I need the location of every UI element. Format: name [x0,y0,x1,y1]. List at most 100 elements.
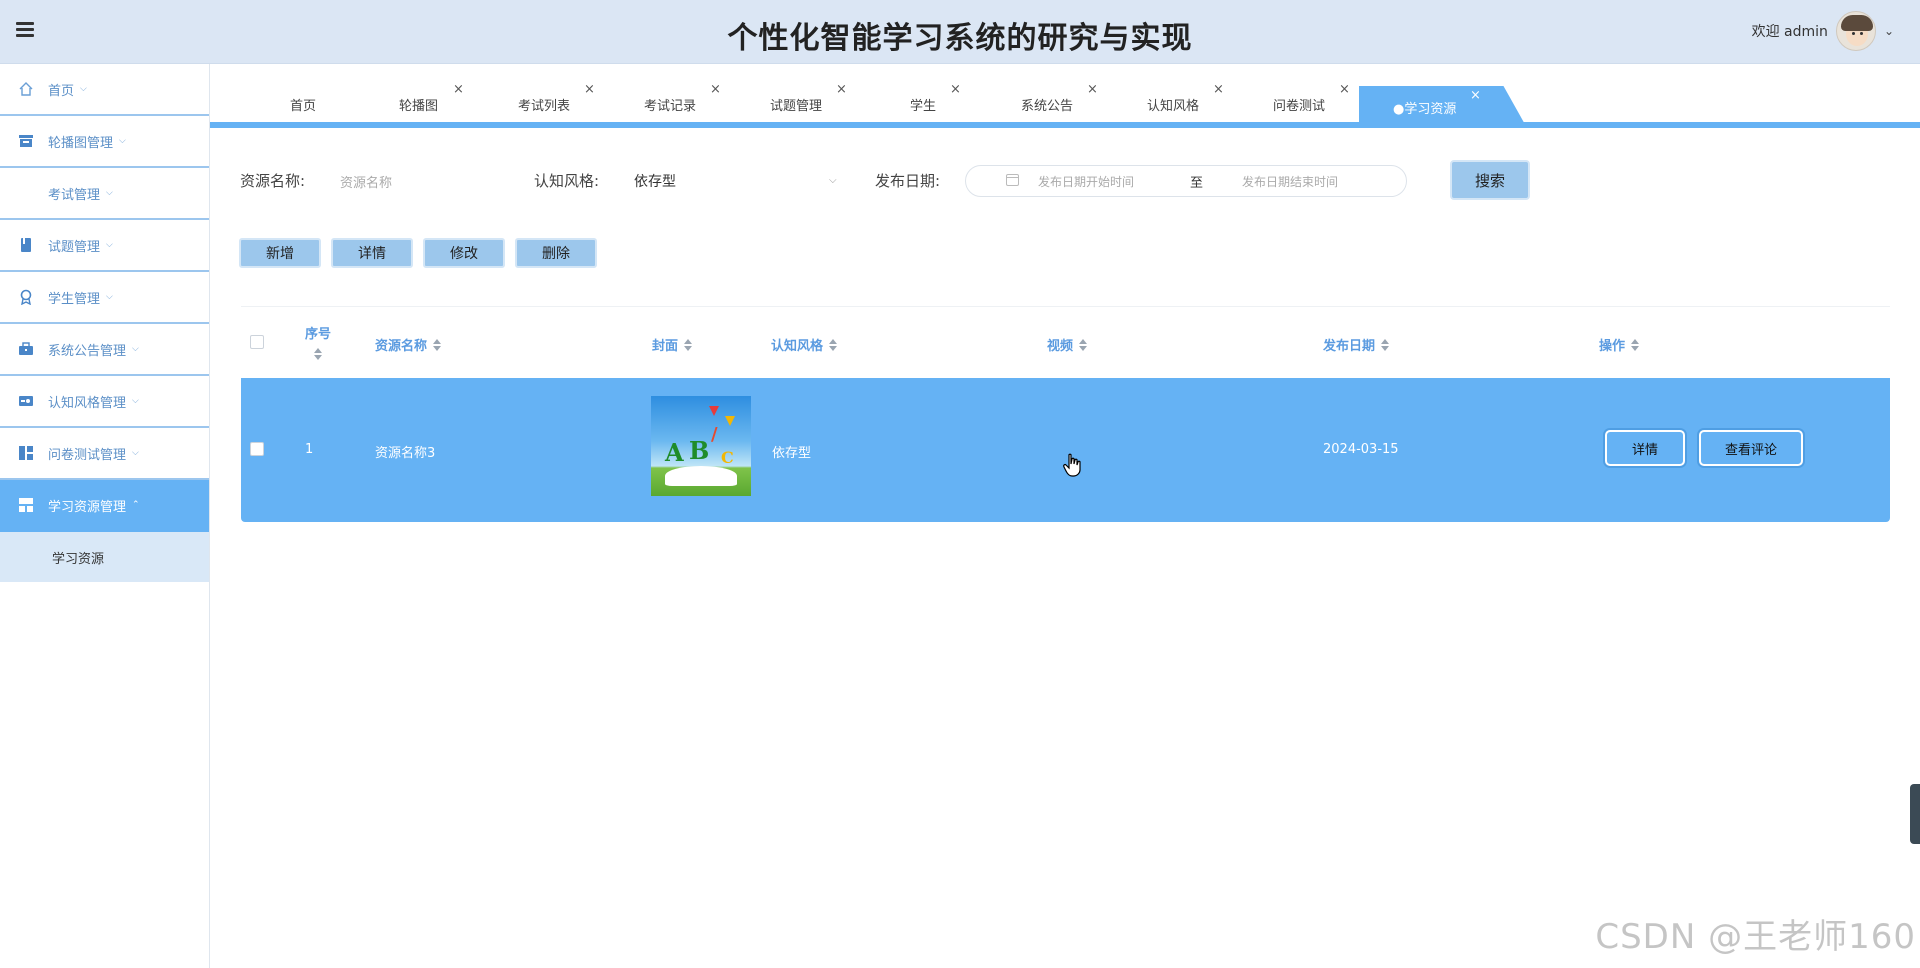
end-date-input[interactable]: 发布日期结束时间 [1242,173,1338,190]
tab-label: 轮播图 [399,98,439,114]
tab-question-mgmt[interactable]: 试题管理 × [770,82,847,122]
sort-icon[interactable] [829,338,838,351]
tab-cognitive-style[interactable]: 认知风格 × [1147,82,1224,122]
close-icon[interactable]: × [950,82,961,97]
sidebar-item-label: 系统公告管理 [48,343,127,359]
tab-label: 问卷测试 [1273,98,1326,114]
chevron-down-icon: ⌵ [132,344,139,354]
edit-button[interactable]: 修改 [423,238,505,268]
tab-system-notice[interactable]: 系统公告 × [1021,82,1098,122]
sidebar-item-exam[interactable]: 考试管理 ⌵ [0,168,209,220]
row-checkbox[interactable] [250,442,264,456]
sort-icon[interactable] [314,348,322,360]
column-header-date[interactable]: 发布日期 [1323,335,1390,354]
search-button[interactable]: 搜索 [1450,160,1530,200]
cognitive-style-select[interactable]: 依存型 [634,171,676,191]
resources-table: 序号 资源名称 封面 认知风格 视频 发布日期 操作 1 资源名称3 A B /… [241,306,1890,522]
sidebar-item-cognitive-style[interactable]: 认知风格管理 ⌵ [0,376,209,428]
side-scroll-handle[interactable] [1910,784,1920,844]
avatar[interactable] [1835,11,1876,51]
row-index: 1 [305,442,314,457]
chevron-down-icon: ⌵ [106,240,113,250]
sidebar-item-home[interactable]: 首页 ⌵ [0,64,209,116]
column-label: 视频 [1047,339,1074,354]
sidebar-item-carousel[interactable]: 轮播图管理 ⌵ [0,116,209,168]
close-icon[interactable]: × [1213,82,1224,97]
tab-exam-list[interactable]: 考试列表 × [518,82,595,122]
sidebar-item-students[interactable]: 学生管理 ⌵ [0,272,209,324]
delete-button[interactable]: 删除 [515,238,597,268]
row-publish-date: 2024-03-15 [1323,442,1399,457]
sort-icon[interactable] [1381,338,1390,351]
select-all-checkbox[interactable] [250,335,264,349]
chevron-down-icon[interactable]: ⌵ [829,175,837,186]
book-icon [18,237,34,253]
tab-survey[interactable]: 问卷测试 × [1273,82,1350,122]
view-comments-button[interactable]: 查看评论 [1699,430,1803,466]
chevron-up-icon: ⌃ [132,500,140,510]
row-detail-button[interactable]: 详情 [1605,430,1685,466]
sidebar-item-label: 试题管理 [48,239,101,255]
layout-icon [18,497,34,513]
tab-carousel[interactable]: 轮播图 × [399,82,464,122]
column-header-video[interactable]: 视频 [1047,335,1088,354]
sort-icon[interactable] [1079,338,1088,351]
sidebar-subitem-learning-resource[interactable]: 学习资源 [0,532,209,582]
sidebar-item-label: 学生管理 [48,291,101,307]
close-icon[interactable]: × [453,82,464,97]
sidebar-item-notices[interactable]: 系统公告管理 ⌵ [0,324,209,376]
close-icon[interactable]: × [584,82,595,97]
chevron-down-icon: ⌵ [132,448,139,458]
tab-label: 考试列表 [518,98,571,114]
tab-students[interactable]: 学生 × [910,82,961,122]
close-icon[interactable]: × [1470,88,1481,103]
sidebar: 首页 ⌵ 轮播图管理 ⌵ 考试管理 ⌵ 试题管理 ⌵ 学生管理 ⌵ 系统公告管理… [0,64,210,968]
chevron-down-icon[interactable]: ⌄ [1884,24,1894,38]
column-header-cover[interactable]: 封面 [652,335,693,354]
column-label: 封面 [652,339,679,354]
tab-label: 试题管理 [770,98,823,114]
sort-icon[interactable] [1631,338,1640,351]
sidebar-item-survey[interactable]: 问卷测试管理 ⌵ [0,428,209,480]
top-header: 个性化智能学习系统的研究与实现 欢迎 admin ⌄ [0,0,1920,64]
tab-label: 系统公告 [1021,98,1074,114]
table-row[interactable]: 1 资源名称3 A B / C 依存型 2024-03-15 详情 查看评论 [241,378,1890,522]
tab-label: 首页 [290,98,317,114]
column-header-name[interactable]: 资源名称 [375,335,442,354]
resource-name-input[interactable]: 资源名称 [340,172,392,191]
detail-button[interactable]: 详情 [331,238,413,268]
sort-icon[interactable] [684,338,693,351]
sidebar-item-questions[interactable]: 试题管理 ⌵ [0,220,209,272]
tab-learning-resources[interactable]: ●学习资源 × [1359,86,1527,128]
sidebar-item-label: 认知风格管理 [48,395,127,411]
close-icon[interactable]: × [1087,82,1098,97]
date-range-picker[interactable]: 发布日期开始时间 至 发布日期结束时间 [965,165,1407,197]
close-icon[interactable]: × [710,82,721,97]
tab-label: 认知风格 [1147,98,1200,114]
user-menu[interactable]: 欢迎 admin ⌄ [1752,11,1894,51]
sidebar-item-learning-resources[interactable]: 学习资源管理 ⌃ [0,480,209,532]
chevron-down-icon: ⌵ [80,84,87,94]
close-icon[interactable]: × [1339,82,1350,97]
sort-icon[interactable] [433,338,442,351]
tab-exam-records[interactable]: 考试记录 × [644,82,721,122]
column-header-index[interactable]: 序号 [305,323,331,360]
welcome-text: 欢迎 admin [1751,24,1828,40]
chevron-down-icon: ⌵ [106,188,113,198]
row-resource-name: 资源名称3 [375,446,436,461]
tab-home[interactable]: 首页 [290,86,316,122]
sidebar-item-label: 问卷测试管理 [48,447,127,463]
carousel-icon [18,133,34,149]
tab-label: 考试记录 [644,98,697,114]
close-icon[interactable]: × [836,82,847,97]
chevron-down-icon: ⌵ [132,396,139,406]
row-cognitive-style: 依存型 [772,446,812,461]
cover-image: A B / C [651,396,751,496]
home-icon [18,81,34,97]
column-header-style[interactable]: 认知风格 [771,335,838,354]
start-date-input[interactable]: 发布日期开始时间 [1038,173,1134,190]
column-header-ops[interactable]: 操作 [1599,335,1640,354]
calendar-icon [1006,174,1019,186]
add-button[interactable]: 新增 [239,238,321,268]
hand-cursor-icon [1063,453,1081,477]
